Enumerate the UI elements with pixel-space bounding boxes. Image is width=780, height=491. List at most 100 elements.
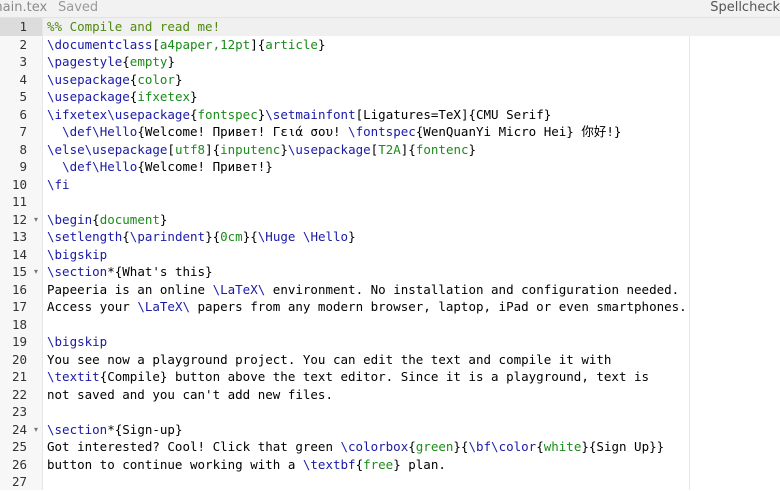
gutter-cell: 18 (0, 316, 42, 334)
code-text[interactable]: not saved and you can't add new files. (47, 386, 333, 404)
code-text[interactable]: \bigskip (47, 333, 107, 351)
code-text[interactable]: \setlength{\parindent}{0cm}{\Huge \Hello… (47, 228, 356, 246)
editor-line[interactable]: 10 \fi (0, 176, 780, 194)
code-token: \fontspec (348, 124, 416, 139)
code-cell[interactable] (43, 193, 780, 211)
code-cell[interactable]: \usepackage{ifxetex} (43, 88, 780, 106)
code-text[interactable]: \pagestyle{empty} (47, 53, 175, 71)
editor-line[interactable]: 7 \def\Hello{Welcome! Привет! Γειά σου! … (0, 123, 780, 141)
editor-line[interactable]: 16 Papeeria is an online \LaTeX\ environm… (0, 281, 780, 299)
line-number: 26 (11, 456, 27, 472)
file-tab-name[interactable]: main.tex (0, 0, 47, 16)
editor-line[interactable]: 18 (0, 316, 780, 334)
code-cell[interactable]: Got interested? Cool! Click that green \… (43, 438, 780, 456)
code-text[interactable]: \textit{Compile} button above the text e… (47, 368, 649, 386)
code-text[interactable]: Access your \LaTeX\ papers from any mode… (47, 298, 687, 316)
editor-line[interactable]: 1 %% Compile and read me! (0, 18, 780, 36)
code-text[interactable]: \def\Hello{Welcome! Привет! Γειά σου! \f… (47, 123, 621, 141)
code-text[interactable]: \begin{document} (47, 211, 167, 229)
code-text[interactable]: \documentclass[a4paper,12pt]{article} (47, 36, 325, 54)
code-cell[interactable]: \section*{What's this} (43, 263, 780, 281)
editor-line[interactable]: 11 (0, 193, 780, 211)
code-token: \parindent (129, 229, 206, 244)
code-text[interactable]: \bigskip (47, 246, 107, 264)
editor-line[interactable]: 15 ▾ \section*{What's this} (0, 263, 780, 281)
code-cell[interactable]: \begin{document} (43, 211, 780, 229)
code-cell[interactable]: \fi (43, 176, 780, 194)
code-text[interactable]: \usepackage{ifxetex} (47, 88, 198, 106)
code-token: {Compile} button above the text editor. … (99, 369, 650, 384)
code-cell[interactable]: \bigskip (43, 246, 780, 264)
editor-line[interactable]: 24 ▾ \section*{Sign-up} (0, 421, 780, 439)
editor-line[interactable]: 27 (0, 473, 780, 491)
code-text[interactable]: You see now a playground project. You ca… (47, 351, 611, 369)
code-cell[interactable]: Access your \LaTeX\ papers from any mode… (43, 298, 780, 316)
code-cell[interactable]: \def\Hello{Welcome! Привет!} (43, 158, 780, 176)
code-cell[interactable]: \ifxetex\usepackage{fontspec}\setmainfon… (43, 106, 780, 124)
editor-line[interactable]: 6 \ifxetex\usepackage{fontspec}\setmainfo… (0, 106, 780, 124)
code-token: not saved and you can't add new files. (47, 386, 333, 402)
editor-line[interactable]: 23 (0, 403, 780, 421)
fold-toggle-icon[interactable]: ▾ (34, 211, 38, 229)
code-cell[interactable]: \def\Hello{Welcome! Привет! Γειά σου! \f… (43, 123, 780, 141)
editor-line[interactable]: 22 not saved and you can't add new files. (0, 386, 780, 404)
code-text[interactable]: button to continue working with a \textb… (47, 456, 446, 474)
code-token: green (415, 439, 454, 454)
code-cell[interactable]: \bigskip (43, 333, 780, 351)
save-status: Saved (58, 0, 99, 15)
editor-line[interactable]: 12 ▾ \begin{document} (0, 211, 780, 229)
gutter-cell: 12 ▾ (0, 211, 42, 229)
code-cell[interactable]: \section*{Sign-up} (43, 421, 780, 439)
fold-toggle-icon[interactable]: ▾ (34, 421, 38, 439)
code-cell[interactable]: \pagestyle{empty} (43, 53, 780, 71)
code-cell[interactable]: You see now a playground project. You ca… (43, 351, 780, 369)
code-text[interactable]: %% Compile and read me! (47, 18, 220, 36)
code-text[interactable]: \ifxetex\usepackage{fontspec}\setmainfon… (47, 106, 551, 124)
editor-line[interactable]: 14 \bigskip (0, 246, 780, 264)
code-cell[interactable] (43, 473, 780, 491)
code-text[interactable]: Papeeria is an online \LaTeX\ environmen… (47, 281, 679, 299)
code-text[interactable]: Got interested? Cool! Click that green \… (47, 438, 664, 456)
editor-line[interactable]: 17 Access your \LaTeX\ papers from any mo… (0, 298, 780, 316)
code-token: } (190, 89, 198, 104)
editor-line[interactable]: 3 \pagestyle{empty} (0, 53, 780, 71)
editor-line[interactable]: 13 \setlength{\parindent}{0cm}{\Huge \Hel… (0, 228, 780, 246)
code-cell[interactable] (43, 403, 780, 421)
code-cell[interactable]: %% Compile and read me! (43, 18, 780, 36)
code-cell[interactable]: \usepackage{color} (43, 71, 780, 89)
code-token: document (99, 211, 160, 227)
editor-line[interactable]: 20 You see now a playground project. You … (0, 351, 780, 369)
code-token: { (536, 439, 544, 454)
code-cell[interactable]: Papeeria is an online \LaTeX\ environmen… (43, 281, 780, 299)
code-cell[interactable]: not saved and you can't add new files. (43, 386, 780, 404)
editor-line[interactable]: 5 \usepackage{ifxetex} (0, 88, 780, 106)
editor-line[interactable]: 21 \textit{Compile} button above the text… (0, 368, 780, 386)
code-cell[interactable] (43, 316, 780, 334)
code-text[interactable]: \usepackage{color} (47, 71, 183, 89)
code-text[interactable]: \section*{Sign-up} (47, 421, 182, 439)
code-cell[interactable]: \else\usepackage[utf8]{inputenc}\usepack… (43, 141, 780, 159)
code-token: ]{ (205, 141, 221, 157)
code-token: ]{ (250, 36, 266, 52)
editor-line[interactable]: 19 \bigskip (0, 333, 780, 351)
editor-line[interactable]: 25 Got interested? Cool! Click that green… (0, 438, 780, 456)
code-editor[interactable]: 1%% Compile and read me! 2 \documentclass[… (0, 18, 780, 490)
code-text[interactable]: \section*{What's this} (47, 263, 213, 281)
editor-line[interactable]: 26 button to continue working with a \tex… (0, 456, 780, 474)
code-token: \LaTeX\ (137, 299, 190, 314)
code-text[interactable]: \def\Hello{Welcome! Привет!} (47, 158, 273, 176)
editor-line[interactable]: 2 \documentclass[a4paper,12pt]{article} (0, 36, 780, 54)
line-number: 23 (11, 404, 27, 419)
spellcheck-button[interactable]: Spellcheck (710, 0, 780, 16)
code-cell[interactable]: \textit{Compile} button above the text e… (43, 368, 780, 386)
editor-line[interactable]: 4 \usepackage{color} (0, 71, 780, 89)
line-number: 15 (11, 264, 27, 279)
editor-line[interactable]: 8 \else\usepackage[utf8]{inputenc}\usepac… (0, 141, 780, 159)
code-text[interactable]: \fi (47, 176, 70, 194)
fold-toggle-icon[interactable]: ▾ (34, 263, 38, 281)
code-cell[interactable]: \documentclass[a4paper,12pt]{article} (43, 36, 780, 54)
code-cell[interactable]: button to continue working with a \textb… (43, 456, 780, 474)
code-cell[interactable]: \setlength{\parindent}{0cm}{\Huge \Hello… (43, 228, 780, 246)
editor-line[interactable]: 9 \def\Hello{Welcome! Привет!} (0, 158, 780, 176)
code-text[interactable]: \else\usepackage[utf8]{inputenc}\usepack… (47, 141, 476, 159)
